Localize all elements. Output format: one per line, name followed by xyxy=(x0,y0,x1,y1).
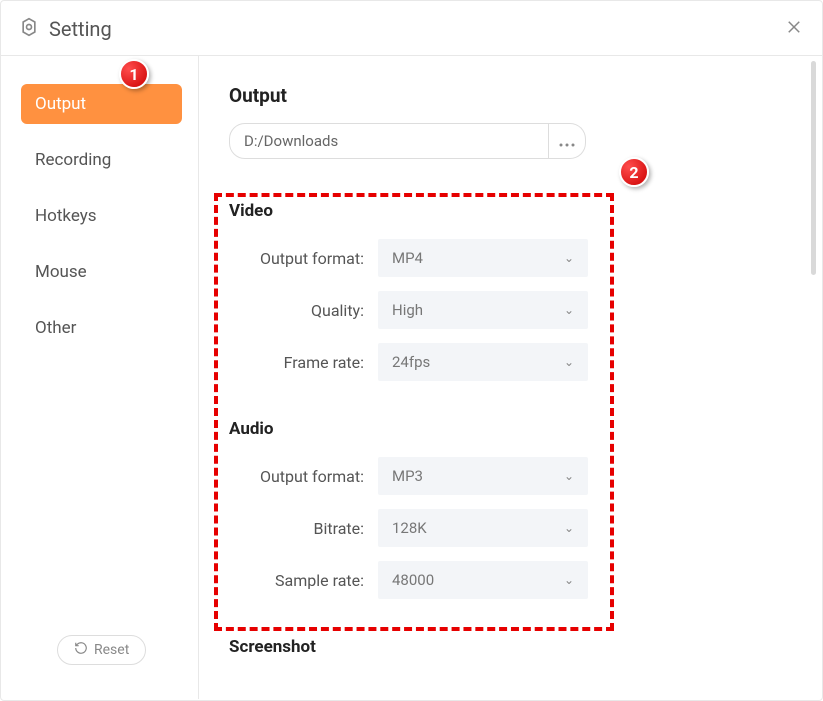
sidebar-item-recording[interactable]: Recording xyxy=(21,140,182,180)
content-panel: Output Video Output format: xyxy=(199,56,822,699)
sidebar-item-output[interactable]: Output xyxy=(21,84,182,124)
browse-button[interactable] xyxy=(549,123,586,159)
reset-label: Reset xyxy=(94,642,129,658)
chevron-down-icon: ⌄ xyxy=(564,573,574,587)
select-value: High xyxy=(392,301,423,319)
output-section-title: Output xyxy=(229,84,792,107)
video-quality-select[interactable]: High ⌄ xyxy=(378,291,588,329)
close-button[interactable] xyxy=(782,15,806,39)
sidebar-item-label: Hotkeys xyxy=(35,206,97,226)
reset-icon xyxy=(74,641,88,659)
sidebar-item-hotkeys[interactable]: Hotkeys xyxy=(21,196,182,236)
output-path-input[interactable] xyxy=(229,123,549,159)
chevron-down-icon: ⌄ xyxy=(564,355,574,369)
ellipsis-icon xyxy=(559,132,575,151)
video-format-row: Output format: MP4 ⌄ xyxy=(229,239,792,277)
audio-format-select[interactable]: MP3 ⌄ xyxy=(378,457,588,495)
sidebar-item-label: Output xyxy=(35,94,86,114)
sidebar-item-label: Recording xyxy=(35,150,111,170)
dialog-body: Output Recording Hotkeys Mouse Other xyxy=(1,56,822,699)
audio-samplerate-row: Sample rate: 48000 ⌄ xyxy=(229,561,792,599)
audio-format-row: Output format: MP3 ⌄ xyxy=(229,457,792,495)
select-value: MP3 xyxy=(392,467,423,485)
select-value: MP4 xyxy=(392,249,423,267)
audio-section: Audio Output format: MP3 ⌄ Bitrate: 128K… xyxy=(229,419,792,599)
output-path-row xyxy=(229,123,792,159)
sidebar-item-label: Other xyxy=(35,318,76,338)
sidebar-item-label: Mouse xyxy=(35,262,87,282)
video-framerate-label: Frame rate: xyxy=(229,353,364,372)
reset-button[interactable]: Reset xyxy=(57,635,146,665)
video-quality-row: Quality: High ⌄ xyxy=(229,291,792,329)
chevron-down-icon: ⌄ xyxy=(564,521,574,535)
select-value: 128K xyxy=(392,519,427,537)
video-section: Video Output format: MP4 ⌄ Quality: High… xyxy=(229,201,792,381)
audio-format-label: Output format: xyxy=(229,467,364,486)
video-framerate-row: Frame rate: 24fps ⌄ xyxy=(229,343,792,381)
audio-bitrate-label: Bitrate: xyxy=(229,519,364,538)
audio-samplerate-select[interactable]: 48000 ⌄ xyxy=(378,561,588,599)
dialog-header: Setting xyxy=(1,1,822,56)
audio-section-title: Audio xyxy=(229,419,792,439)
select-value: 24fps xyxy=(392,353,430,371)
chevron-down-icon: ⌄ xyxy=(564,251,574,265)
screenshot-section-title: Screenshot xyxy=(229,637,792,657)
sidebar-item-mouse[interactable]: Mouse xyxy=(21,252,182,292)
video-framerate-select[interactable]: 24fps ⌄ xyxy=(378,343,588,381)
video-quality-label: Quality: xyxy=(229,301,364,320)
video-format-label: Output format: xyxy=(229,249,364,268)
audio-bitrate-row: Bitrate: 128K ⌄ xyxy=(229,509,792,547)
audio-bitrate-select[interactable]: 128K ⌄ xyxy=(378,509,588,547)
scrollbar[interactable] xyxy=(811,61,816,275)
sidebar-item-other[interactable]: Other xyxy=(21,308,182,348)
video-format-select[interactable]: MP4 ⌄ xyxy=(378,239,588,277)
settings-icon xyxy=(19,17,39,41)
chevron-down-icon: ⌄ xyxy=(564,303,574,317)
chevron-down-icon: ⌄ xyxy=(564,469,574,483)
dialog-title: Setting xyxy=(49,17,112,41)
sidebar: Output Recording Hotkeys Mouse Other xyxy=(1,56,199,699)
settings-dialog: Setting Output Recording Hotkeys Mouse O… xyxy=(0,0,823,701)
video-section-title: Video xyxy=(229,201,792,221)
select-value: 48000 xyxy=(392,571,434,589)
audio-samplerate-label: Sample rate: xyxy=(229,571,364,590)
